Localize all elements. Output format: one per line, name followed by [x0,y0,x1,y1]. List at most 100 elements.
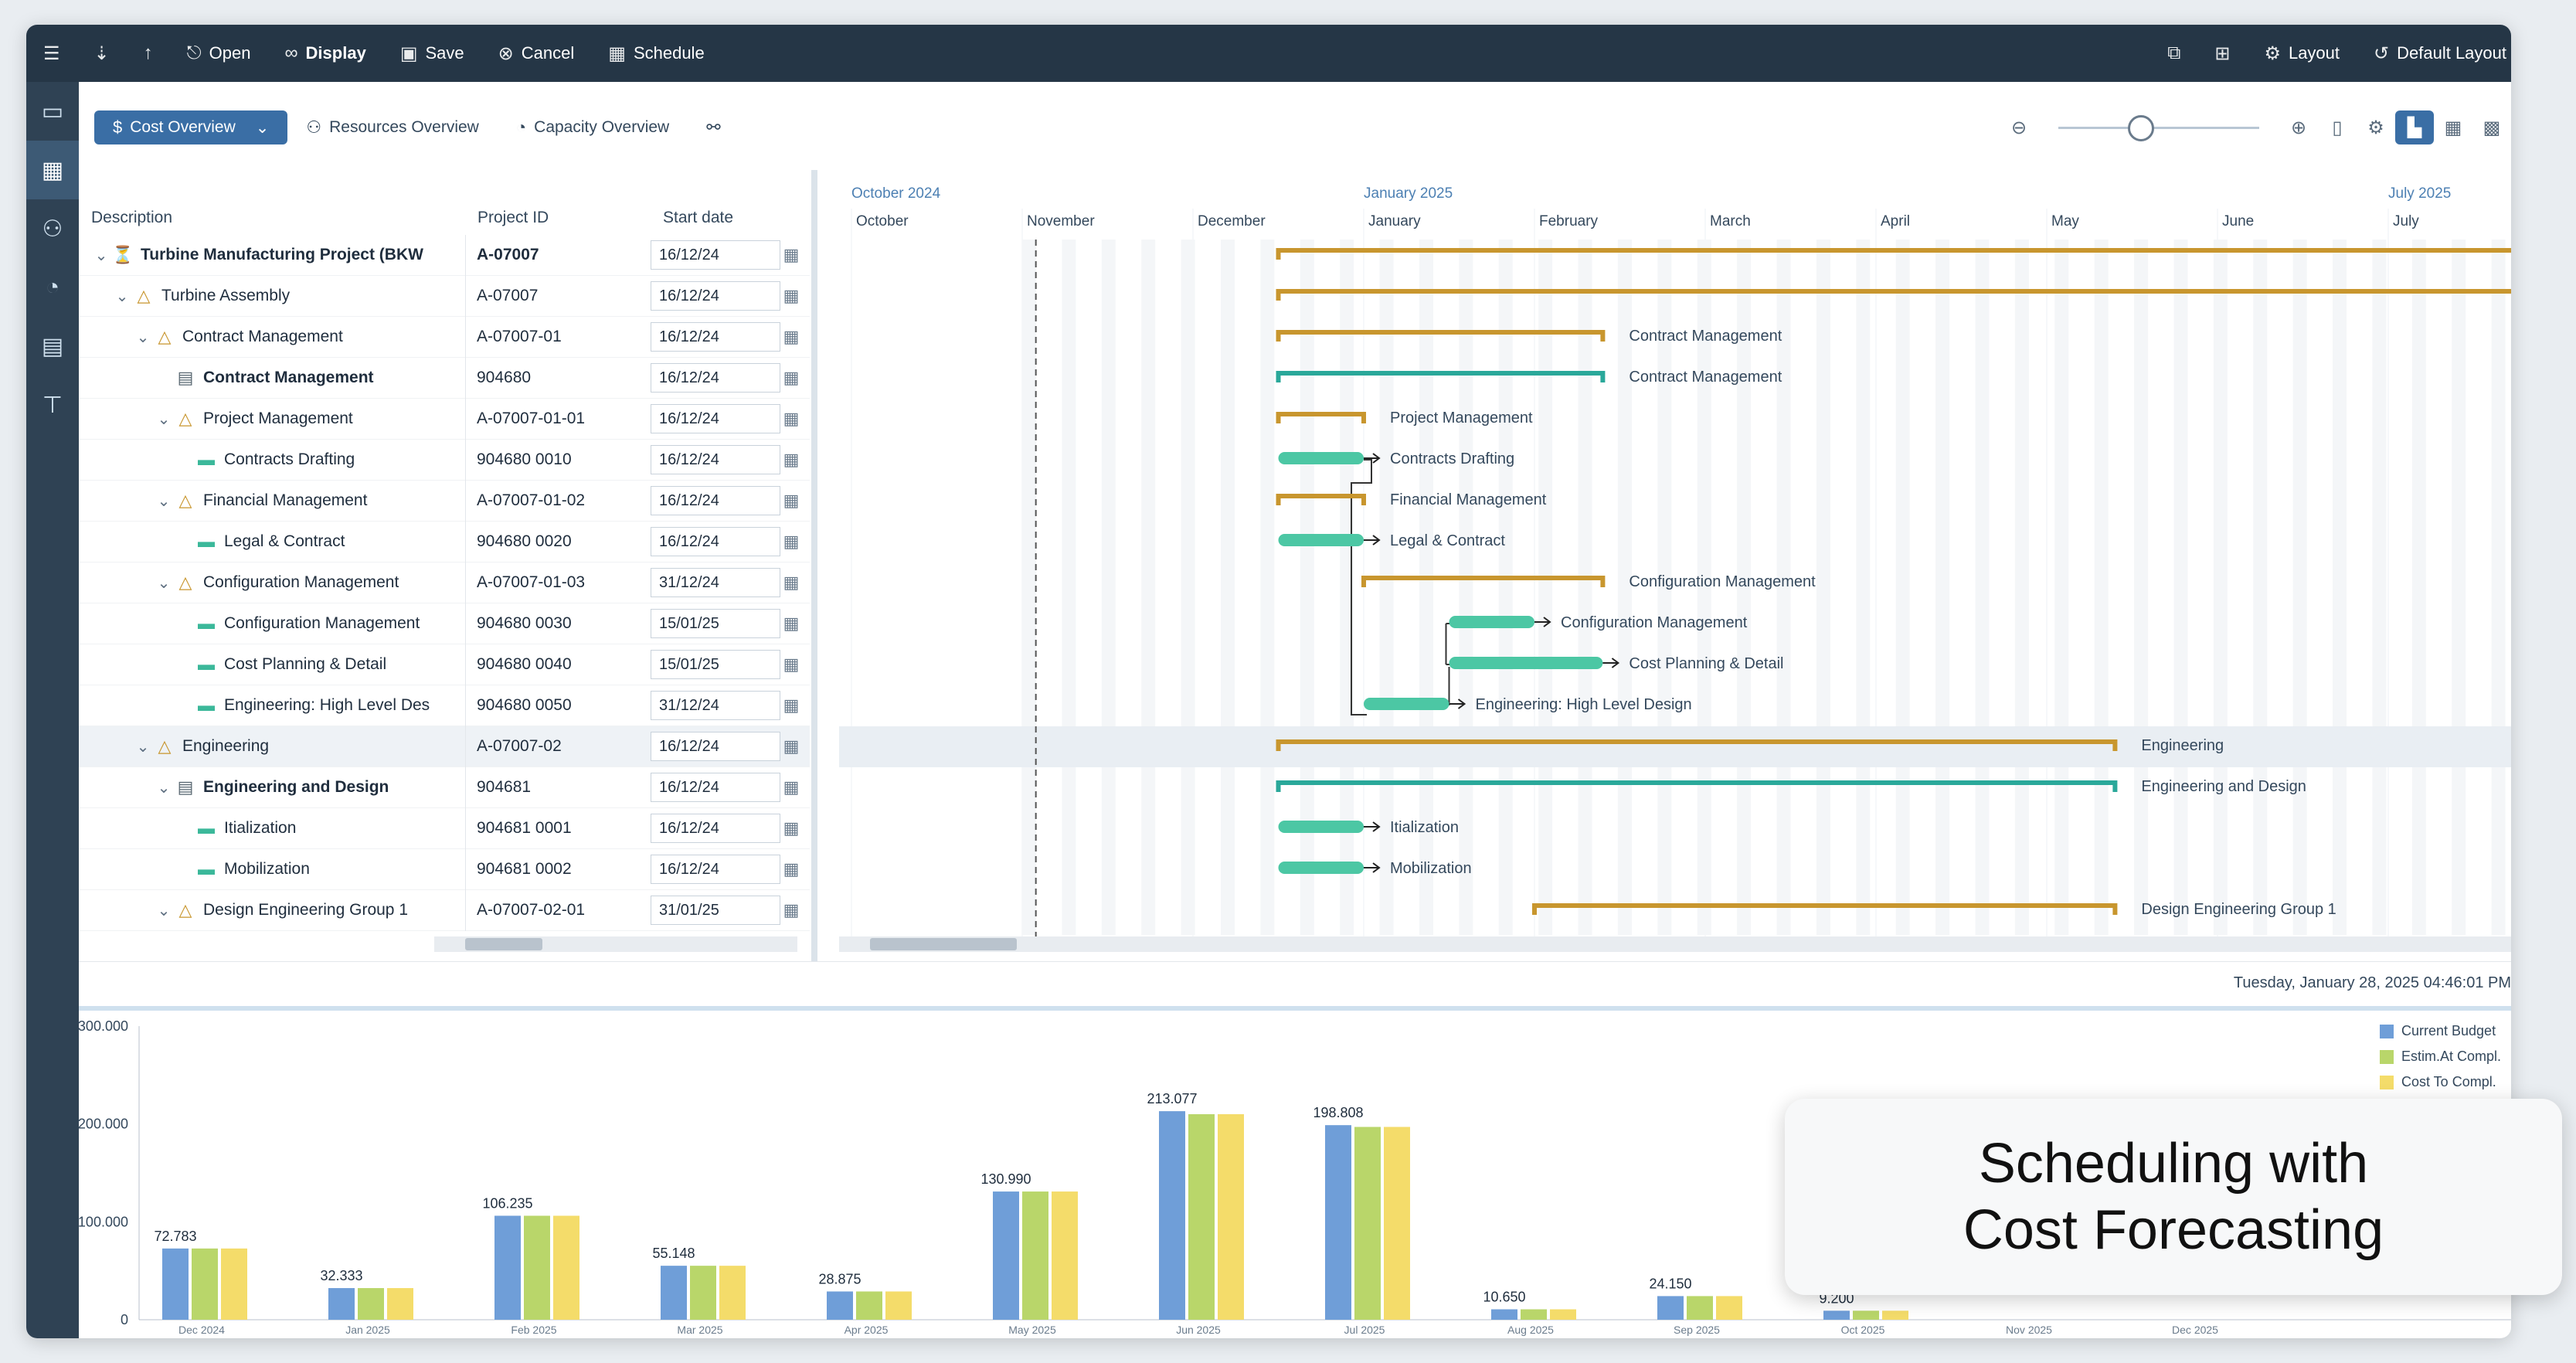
cost-bar[interactable] [856,1291,882,1320]
cost-bar[interactable] [690,1266,716,1320]
nav-hierarchy[interactable]: ⊤ [26,376,79,434]
nav-capacity[interactable]: ◔ [26,258,79,317]
start-date-input[interactable]: 16/12/24 [651,445,780,474]
legend-label[interactable]: Estim.At Compl. [2401,1049,2501,1064]
gantt-summary-bar[interactable] [1361,576,1606,587]
grid-scrollbar[interactable] [434,936,797,952]
sort-down-button[interactable]: ⇣ [77,25,127,82]
start-date-input[interactable]: 16/12/24 [651,281,780,311]
link-button[interactable]: ⚯ [688,110,739,144]
cost-bar[interactable] [1384,1127,1410,1320]
table-row[interactable]: ▬ Itialization 904681 0001 16/12/24 ▦ [79,807,810,849]
calendar-icon[interactable]: ▦ [780,286,802,306]
calendar-icon[interactable]: ▦ [780,450,802,470]
save-button[interactable]: ▣ Save [383,25,481,82]
start-date-input[interactable]: 16/12/24 [651,404,780,433]
chevron-down-icon[interactable]: ⌄ [154,491,174,511]
start-date-input[interactable]: 16/12/24 [651,855,780,884]
table-row[interactable]: ⌄ △ Design Engineering Group 1 A-07007-02-0… [79,889,810,931]
calendar-icon[interactable]: ▦ [780,777,802,797]
cost-overview-tab[interactable]: $ Cost Overview ⌄ [94,110,288,144]
header-project-id[interactable]: Project ID [465,201,549,235]
cost-bar[interactable] [1657,1296,1684,1320]
cost-bar[interactable] [1882,1310,1908,1320]
calendar-icon[interactable]: ▦ [780,491,802,511]
gantt-task-bar[interactable] [1278,862,1364,874]
table-row[interactable]: ▬ Cost Planning & Detail 904680 0040 15/01/… [79,644,810,685]
fit-button[interactable]: ▯ [2318,110,2357,144]
table-row[interactable]: ⌄ △ Project Management A-07007-01-01 16/12/2… [79,398,810,440]
cost-bar[interactable] [1188,1114,1215,1320]
cost-bar[interactable] [885,1291,912,1320]
calendar-icon[interactable]: ▦ [780,573,802,593]
cost-bar[interactable] [661,1266,687,1320]
gantt-scrollbar[interactable] [839,936,2511,952]
resources-overview-tab[interactable]: ⚇ Resources Overview [287,110,497,144]
start-date-input[interactable]: 16/12/24 [651,773,780,802]
cost-bar[interactable] [1550,1309,1576,1320]
legend-label[interactable]: Cost To Compl. [2401,1074,2496,1089]
start-date-input[interactable]: 31/01/25 [651,896,780,925]
cost-bar[interactable] [494,1215,521,1320]
start-date-input[interactable]: 15/01/25 [651,650,780,679]
cost-bar[interactable] [192,1248,218,1320]
schedule-button[interactable]: ▦ Schedule [591,25,721,82]
table-row[interactable]: ⌄ △ Engineering A-07007-02 16/12/24 ▦ [79,726,810,767]
legend-label[interactable]: Current Budget [2401,1023,2496,1038]
table-row[interactable]: ⌄ ▤ Engineering and Design 904681 16/12/24 ▦ [79,766,810,808]
display-button[interactable]: ∞ Display [267,25,382,82]
calendar-icon[interactable]: ▦ [780,900,802,920]
cost-bar[interactable] [1022,1191,1048,1320]
gantt-view-button[interactable]: ▙ [2395,110,2434,144]
nav-reports[interactable]: ▤ [26,317,79,376]
gantt-task-bar[interactable] [1278,452,1364,464]
cost-bar[interactable] [827,1291,853,1320]
gantt-scrollbar-thumb[interactable] [870,938,1017,950]
open-button[interactable]: ⎋ Open [170,25,268,82]
chevron-down-icon[interactable]: ⌄ [154,573,174,593]
cancel-button[interactable]: ⊗ Cancel [481,25,592,82]
table-row[interactable]: ⌄ △ Turbine Assembly A-07007 16/12/24 ▦ [79,275,810,317]
table-row[interactable]: ⌄ △ Configuration Management A-07007-01-03 3… [79,562,810,603]
cost-bar[interactable] [1354,1127,1381,1320]
zoom-out-button[interactable]: ⊖ [2000,110,2038,144]
chevron-down-icon[interactable]: ⌄ [133,328,153,347]
gantt-network-bar[interactable] [1276,371,1606,382]
cost-bar[interactable] [1687,1296,1713,1320]
start-date-input[interactable]: 16/12/24 [651,732,780,761]
cost-bar[interactable] [1853,1310,1879,1320]
calendar-icon[interactable]: ▦ [780,327,802,347]
gantt-task-bar[interactable] [1364,698,1449,710]
chevron-down-icon[interactable]: ⌄ [154,901,174,920]
layout-button[interactable]: ⚙ Layout [2247,25,2357,82]
table-row[interactable]: ▬ Legal & Contract 904680 0020 16/12/24 ▦ [79,521,810,563]
cost-bar[interactable] [1052,1191,1078,1320]
start-date-input[interactable]: 16/12/24 [651,527,780,556]
gantt-task-bar[interactable] [1449,657,1603,669]
calendar-icon[interactable]: ▦ [780,368,802,388]
cost-bar[interactable] [328,1288,355,1320]
table-row[interactable]: ▬ Engineering: High Level Des 904680 0050 3… [79,685,810,726]
table-row[interactable]: ⌄ ⏳ Turbine Manufacturing Project (BKW A-07… [79,234,810,276]
table-settings-button[interactable]: ⊞ [2197,25,2247,82]
cost-bar[interactable] [221,1248,247,1320]
chevron-down-icon[interactable]: ⌄ [133,737,153,756]
cost-bar[interactable] [1218,1114,1244,1320]
default-layout-button[interactable]: ↺ Default Layout [2357,25,2511,82]
gantt-task-bar[interactable] [1449,616,1535,628]
start-date-input[interactable]: 16/12/24 [651,322,780,352]
grid-scrollbar-thumb[interactable] [465,938,542,950]
cost-bar[interactable] [1491,1309,1517,1320]
nav-monitor[interactable]: ▭ [26,82,79,141]
start-date-input[interactable]: 31/12/24 [651,568,780,597]
calendar-icon[interactable]: ▦ [780,818,802,838]
cost-bar[interactable] [1716,1296,1742,1320]
chevron-down-icon[interactable]: ⌄ [112,287,132,306]
calendar-icon[interactable]: ▦ [780,614,802,634]
cost-bar[interactable] [1823,1310,1850,1320]
start-date-input[interactable]: 16/12/24 [651,240,780,270]
table-row[interactable]: ▬ Mobilization 904681 0002 16/12/24 ▦ [79,848,810,890]
zoom-slider-knob[interactable] [2127,115,2154,141]
start-date-input[interactable]: 16/12/24 [651,814,780,843]
table-row[interactable]: ▤ Contract Management 904680 16/12/24 ▦ [79,357,810,399]
